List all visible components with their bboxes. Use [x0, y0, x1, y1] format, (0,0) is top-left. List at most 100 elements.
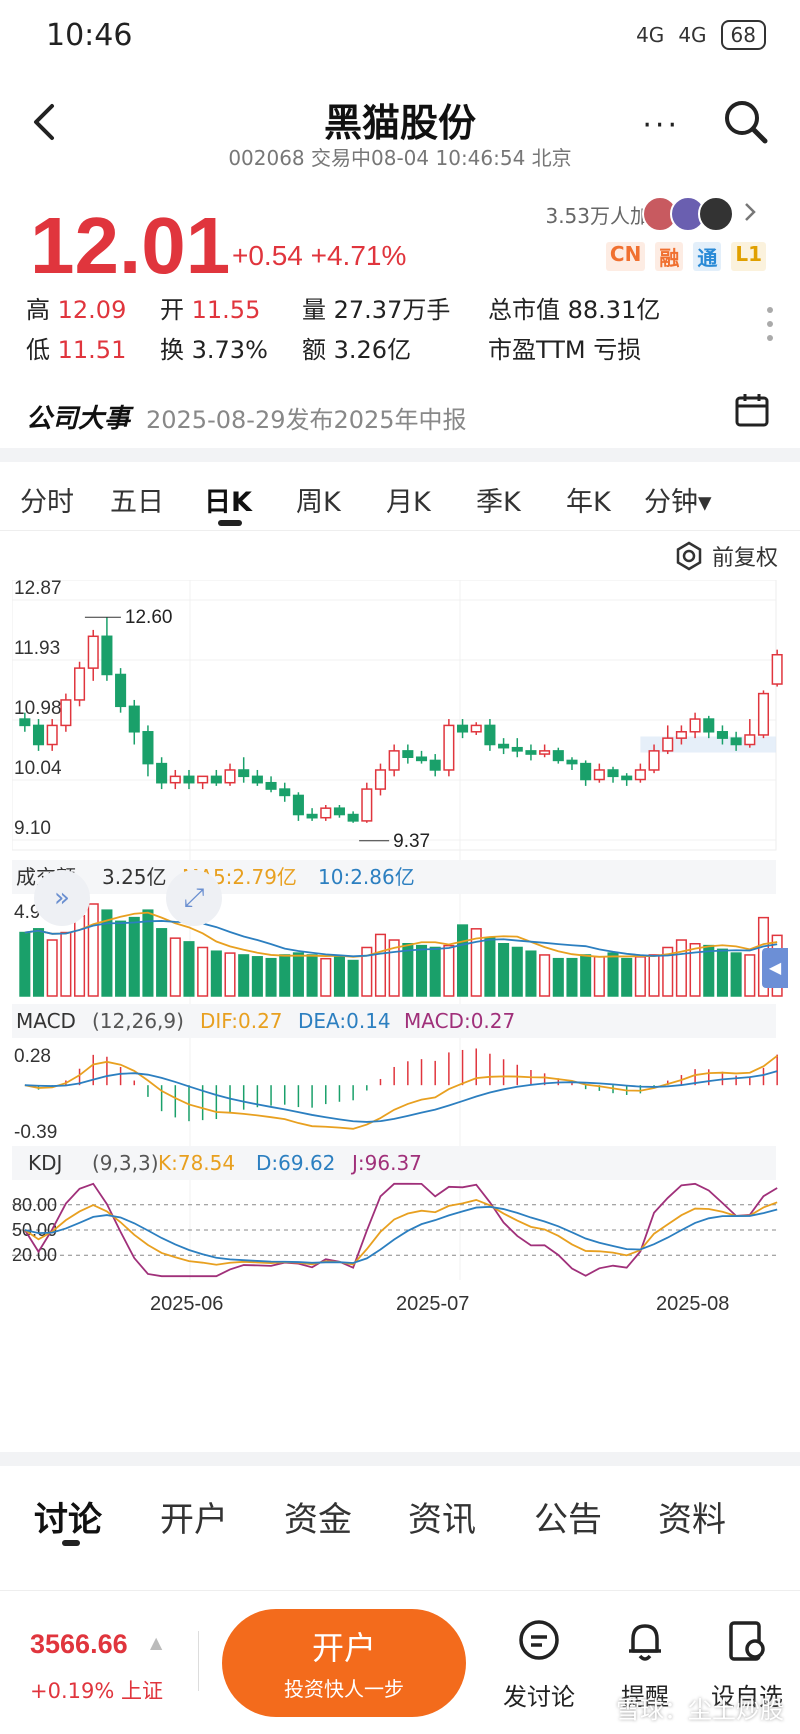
collapse-panel-button[interactable]: ◀: [762, 948, 788, 988]
candle-body: [292, 794, 304, 816]
x-tick-label: 2025-07: [396, 1293, 469, 1315]
divider: [198, 1631, 199, 1691]
chat-icon: [519, 1620, 559, 1660]
volume-bar: [580, 954, 592, 997]
fullscreen-button[interactable]: ⤢: [166, 870, 222, 926]
triangle-up-icon: ▲: [150, 1633, 163, 1652]
kline-tab[interactable]: 日K: [204, 480, 252, 519]
candle-body: [402, 750, 414, 758]
stat-low: 低 11.51: [26, 336, 127, 364]
candle-body: [169, 775, 181, 784]
more-button[interactable]: ···: [642, 108, 680, 143]
kdj-params: (9,3,3): [92, 1151, 159, 1175]
volume-bar: [251, 956, 263, 997]
volume-bar: [197, 946, 209, 997]
macd-dea: DEA:0.14: [298, 1009, 391, 1033]
candle-body: [552, 750, 564, 762]
volume-bar: [32, 928, 45, 997]
macd-macd: MACD:0.27: [404, 1009, 515, 1033]
search-button[interactable]: [722, 98, 770, 146]
candle-body: [320, 807, 332, 819]
kdj-k-line: [24, 1199, 778, 1266]
open-account-button[interactable]: 开户 投资快人一步: [222, 1609, 466, 1717]
macd-dea-line: [24, 1070, 778, 1123]
kline-tab[interactable]: 月K: [386, 480, 431, 519]
macd-top-label: 0.28: [14, 1046, 51, 1067]
kline-svg[interactable]: 12.8711.9310.9810.049.1012.609.37成交额3.25…: [11, 578, 788, 1440]
expand-right-button[interactable]: »: [34, 870, 90, 926]
kline-tab[interactable]: 分钟▾: [644, 480, 712, 519]
kline-tab[interactable]: 分时: [20, 480, 74, 519]
adjust-label: 前复权: [711, 546, 778, 571]
candle-body: [539, 750, 551, 755]
candle-body: [566, 759, 578, 765]
detail-tab[interactable]: 资料: [658, 1492, 726, 1541]
kdj-d: D:69.62: [256, 1151, 335, 1175]
detail-tabs: 讨论 开户 资金 资讯 公告 资料: [0, 1470, 800, 1550]
kline-tab[interactable]: 周K: [296, 480, 341, 519]
expand-dots-icon[interactable]: [766, 306, 774, 346]
detail-tab[interactable]: 开户: [160, 1492, 228, 1541]
macd-bottom-label: -0.39: [14, 1122, 57, 1143]
volume-value: 3.25亿: [102, 865, 167, 889]
candle-body: [648, 750, 660, 771]
kline-tab[interactable]: 季K: [476, 480, 521, 519]
volume-bar: [511, 946, 523, 997]
volume-bar: [169, 937, 181, 997]
candle-body: [333, 807, 345, 816]
candle-body: [361, 788, 373, 822]
volume-bar: [60, 931, 72, 997]
candle-body: [197, 775, 209, 784]
candle-body: [730, 737, 742, 746]
candle-body: [511, 746, 523, 752]
gear-icon: [676, 541, 702, 571]
candle-body: [374, 769, 387, 790]
candle-body: [238, 769, 250, 778]
volume-bar: [716, 948, 728, 997]
volume-bar: [265, 957, 277, 997]
candle-body: [156, 762, 168, 784]
detail-tab[interactable]: 公告: [534, 1492, 602, 1541]
volume-bar: [156, 928, 168, 997]
index-change[interactable]: +0.19% 上证: [30, 1675, 163, 1705]
post-discussion-button[interactable]: 发讨论: [494, 1617, 584, 1712]
candle-body: [498, 743, 510, 749]
follower-avatars[interactable]: [642, 196, 760, 232]
adjust-button[interactable]: 前复权: [674, 540, 778, 572]
volume-bar: [183, 941, 195, 997]
volume-bar: [238, 954, 250, 997]
index-value[interactable]: 3566.66: [30, 1629, 128, 1660]
volume-bar: [498, 942, 510, 997]
candle-body: [388, 750, 400, 771]
volume-bar: [415, 944, 428, 997]
y-tick-label: 12.87: [14, 580, 62, 599]
post-discussion-label: 发讨论: [503, 1683, 575, 1711]
detail-tab[interactable]: 资讯: [408, 1492, 476, 1541]
company-events-row[interactable]: 公司大事 2025-08-29发布2025年中报: [0, 390, 800, 436]
detail-tab[interactable]: 讨论: [34, 1492, 102, 1541]
open-account-sublabel: 投资快人一步: [284, 1677, 404, 1701]
volume-bar: [292, 952, 304, 997]
max-price-label: 12.60: [125, 607, 173, 628]
active-tab-indicator: [62, 1540, 80, 1546]
volume-bar: [87, 903, 99, 997]
detail-tab[interactable]: 资金: [284, 1492, 352, 1541]
status-bar: 10:46 4G 4G 68: [0, 0, 800, 76]
calendar-icon[interactable]: [734, 392, 770, 428]
kline-tab[interactable]: 年K: [566, 480, 611, 519]
kline-chart[interactable]: 12.8711.9310.9810.049.1012.609.37成交额3.25…: [11, 578, 788, 1440]
divider: [0, 1452, 800, 1466]
volume-bar: [457, 924, 469, 997]
candle-body: [580, 762, 592, 781]
macd-params: (12,26,9): [92, 1009, 184, 1033]
volume-bar: [539, 954, 551, 997]
price-change: +0.54 +4.71%: [232, 240, 407, 271]
candle-body: [757, 692, 770, 736]
candle-body: [60, 699, 72, 727]
candle-body: [662, 737, 674, 752]
stat-market-cap: 总市值 88.31亿: [488, 296, 661, 324]
y-tick-label: 10.98: [14, 698, 62, 719]
kdj-level-label: 80.00: [12, 1195, 57, 1215]
kline-tab[interactable]: 五日: [110, 480, 164, 519]
network-icon: 4G: [636, 23, 665, 47]
